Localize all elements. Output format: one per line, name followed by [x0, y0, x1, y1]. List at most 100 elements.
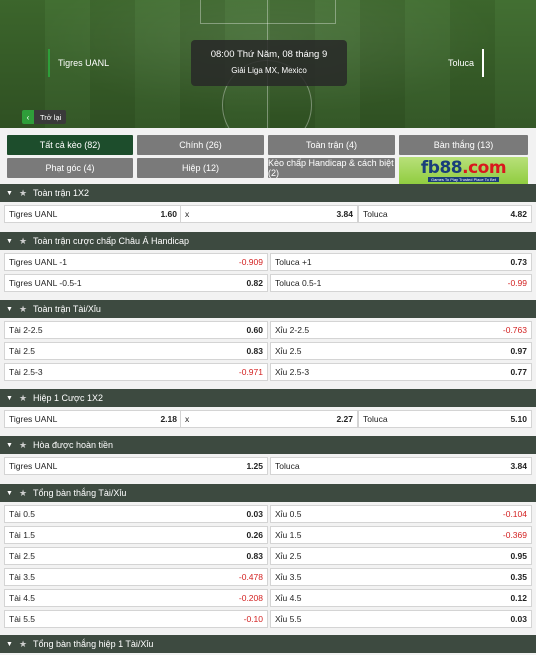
star-icon[interactable]: ★: [19, 304, 27, 315]
selection-label: Xỉu: [275, 530, 288, 540]
ad-logo-main: fb88: [420, 158, 463, 178]
caret-down-icon[interactable]: ▼: [6, 190, 13, 197]
ad-logo-tld: .com: [462, 158, 507, 178]
selection-name: Xỉu 3.5: [275, 572, 510, 582]
odds-cell[interactable]: Toluca 3.84: [270, 457, 532, 475]
selection-label: Xỉu: [275, 551, 288, 561]
odds-cell[interactable]: Tài 2.5-3 -0.971: [4, 363, 268, 381]
odds-cell[interactable]: Tigres UANL 2.18: [4, 410, 182, 428]
odds-cell[interactable]: Tigres UANL -1 -0.909: [4, 253, 268, 271]
market-header[interactable]: ▼ ★ Tổng bàn thắng hiệp 1 Tài/Xỉu: [0, 635, 536, 653]
odds-cell[interactable]: Tài 2.5 0.83: [4, 342, 268, 360]
star-icon[interactable]: ★: [19, 393, 27, 404]
market-header[interactable]: ▼ ★ Hòa được hoàn tiền: [0, 436, 536, 454]
tab-halves[interactable]: Hiệp (12): [137, 158, 264, 178]
odds-cell[interactable]: Xỉu 2.5 0.97: [270, 342, 532, 360]
odds-cell[interactable]: Tài 3.5 -0.478: [4, 568, 268, 586]
market-header[interactable]: ▼ ★ Hiệp 1 Cược 1X2: [0, 389, 536, 407]
market-header[interactable]: ▼ ★ Toàn trận cược chấp Châu Á Handicap: [0, 232, 536, 250]
match-info: 08:00 Thứ Năm, 08 tháng 9 Giải Liga MX, …: [191, 40, 347, 86]
odds-value: -0.971: [238, 367, 263, 377]
odds-cell[interactable]: Tài 5.5 -0.10: [4, 610, 268, 628]
market-title: Hiệp 1 Cược 1X2: [33, 393, 103, 403]
tab-main[interactable]: Chính (26): [137, 135, 264, 155]
market-title: Toàn trận Tài/Xỉu: [33, 304, 101, 314]
caret-down-icon[interactable]: ▼: [6, 238, 13, 245]
market-header[interactable]: ▼ ★ Tổng bàn thắng Tài/Xỉu: [0, 484, 536, 502]
tab-handicap-margin[interactable]: Kèo chấp Handicap & cách biệt (2): [268, 158, 395, 178]
star-icon[interactable]: ★: [19, 440, 27, 451]
selection-name: Xỉu 2-2.5: [275, 325, 503, 335]
odds-cell[interactable]: Tài 4.5 -0.208: [4, 589, 268, 607]
caret-down-icon[interactable]: ▼: [6, 306, 13, 313]
odds-row: Tigres UANL 1.25 Toluca 3.84: [0, 457, 536, 475]
odds-cell[interactable]: Xỉu 1.5 -0.369: [270, 526, 532, 544]
odds-cell[interactable]: Toluca 5.10: [358, 410, 532, 428]
chevron-left-icon: ‹: [22, 110, 34, 124]
odds-cell[interactable]: Tigres UANL 1.60: [4, 205, 182, 223]
odds-value: -0.99: [507, 278, 527, 288]
market-header[interactable]: ▼ ★ Toàn trận Tài/Xỉu: [0, 300, 536, 318]
tab-goals[interactable]: Bàn thắng (13): [399, 135, 528, 155]
caret-down-icon[interactable]: ▼: [6, 395, 13, 402]
caret-down-icon[interactable]: ▼: [6, 442, 13, 449]
odds-cell[interactable]: Xỉu 5.5 0.03: [270, 610, 532, 628]
odds-cell[interactable]: x 2.27: [180, 410, 358, 428]
tab-all-markets[interactable]: Tất cả kèo (82): [7, 135, 133, 155]
selection-label: Tài: [9, 593, 21, 603]
selection-label: Xỉu: [275, 367, 288, 377]
selection-line: 2.5: [23, 346, 36, 356]
odds-value: 1.25: [246, 461, 263, 471]
odds-row: Tigres UANL -0.5-1 0.82 Toluca 0.5-1 -0.99: [0, 274, 536, 292]
selection-label: Tài: [9, 572, 21, 582]
selection-line: 2-2.5: [23, 325, 43, 335]
star-icon[interactable]: ★: [19, 236, 27, 247]
market-title: Toàn trận cược chấp Châu Á Handicap: [33, 236, 190, 246]
odds-cell[interactable]: Toluca 4.82: [358, 205, 532, 223]
market-header[interactable]: ▼ ★ Toàn trận 1X2: [0, 184, 536, 202]
tab-full-match[interactable]: Toàn trận (4): [268, 135, 395, 155]
odds-cell[interactable]: Xỉu 0.5 -0.104: [270, 505, 532, 523]
odds-cell[interactable]: Xỉu 3.5 0.35: [270, 568, 532, 586]
odds-cell[interactable]: Tigres UANL -0.5-1 0.82: [4, 274, 268, 292]
odds-cell[interactable]: Tài 2-2.5 0.60: [4, 321, 268, 339]
tab-corners[interactable]: Phạt góc (4): [7, 158, 133, 178]
selection-line: -1: [59, 257, 67, 267]
odds-cell[interactable]: Xỉu 4.5 0.12: [270, 589, 532, 607]
star-icon[interactable]: ★: [19, 488, 27, 499]
odds-cell[interactable]: Tài 1.5 0.26: [4, 526, 268, 544]
selection-label: Xỉu: [275, 346, 288, 356]
selection-name: Tài 3.5: [9, 572, 239, 582]
star-icon[interactable]: ★: [19, 639, 27, 650]
caret-down-icon[interactable]: ▼: [6, 490, 13, 497]
odds-cell[interactable]: Xỉu 2-2.5 -0.763: [270, 321, 532, 339]
selection-name: Toluca: [363, 414, 510, 424]
caret-down-icon[interactable]: ▼: [6, 641, 13, 648]
market-title: Hòa được hoàn tiền: [33, 440, 113, 450]
odds-row: Tigres UANL 1.60 x 3.84 Toluca 4.82: [0, 205, 536, 223]
selection-line: 2-2.5: [289, 325, 310, 335]
selection-name: Tigres UANL: [9, 461, 246, 471]
selection-name: Xỉu 5.5: [275, 614, 510, 624]
odds-cell[interactable]: x 3.84: [180, 205, 358, 223]
selection-label: Xỉu: [275, 614, 288, 624]
selection-line: -0.5-1: [59, 278, 82, 288]
back-button[interactable]: ‹ Trở lại: [22, 110, 66, 124]
selection-line: 1.5: [289, 530, 302, 540]
selection-line: 4.5: [23, 593, 36, 603]
selection-name: x: [185, 209, 336, 219]
fb88-advert[interactable]: fb88.com Games To Play Trusted Place To …: [399, 157, 528, 185]
odds-cell[interactable]: Toluca 0.5-1 -0.99: [270, 274, 532, 292]
odds-cell[interactable]: Tài 2.5 0.83: [4, 547, 268, 565]
odds-cell[interactable]: Xỉu 2.5 0.95: [270, 547, 532, 565]
odds-value: 1.60: [160, 209, 177, 219]
selection-label: Tigres UANL: [9, 209, 58, 219]
odds-cell[interactable]: Xỉu 2.5-3 0.77: [270, 363, 532, 381]
match-banner: Tigres UANL Toluca 08:00 Thứ Năm, 08 thá…: [0, 0, 536, 128]
selection-label: Toluca: [275, 461, 300, 471]
star-icon[interactable]: ★: [19, 188, 27, 199]
odds-cell[interactable]: Toluca +1 0.73: [270, 253, 532, 271]
odds-cell[interactable]: Tài 0.5 0.03: [4, 505, 268, 523]
selection-name: Xỉu 1.5: [275, 530, 503, 540]
odds-cell[interactable]: Tigres UANL 1.25: [4, 457, 268, 475]
